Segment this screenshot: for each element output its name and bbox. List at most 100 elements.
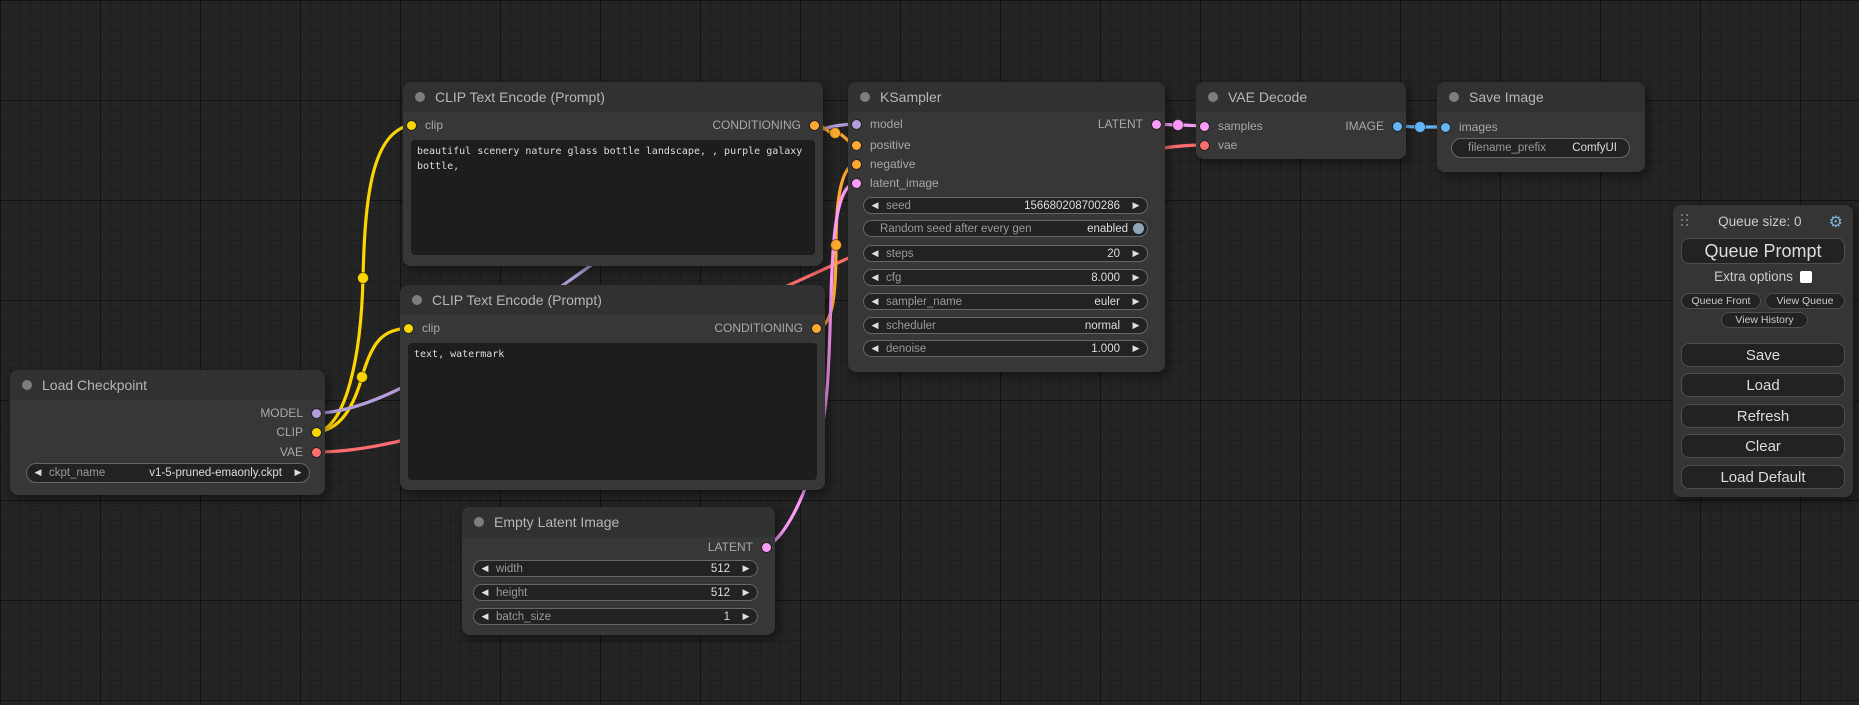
- node-title-bar[interactable]: Load Checkpoint: [10, 370, 325, 400]
- widget-denoise[interactable]: ◀ denoise 1.000 ▶: [863, 340, 1148, 357]
- view-history-button[interactable]: View History: [1721, 312, 1808, 328]
- node-title-bar[interactable]: KSampler: [848, 82, 1165, 112]
- queue-prompt-button[interactable]: Queue Prompt: [1681, 238, 1845, 264]
- settings-gear-icon[interactable]: ⚙: [1829, 215, 1843, 229]
- output-slot-conditioning[interactable]: CONDITIONING: [712, 115, 819, 135]
- widget-width[interactable]: ◀ width 512 ▶: [473, 560, 758, 577]
- decrement-arrow-icon[interactable]: ◀: [864, 273, 886, 283]
- node-load-checkpoint[interactable]: Load Checkpoint MODEL CLIP VAE ◀ ckpt_na…: [10, 370, 325, 495]
- increment-arrow-icon[interactable]: ▶: [1125, 201, 1147, 211]
- widget-seed-control[interactable]: Random seed after every gen enabled: [863, 220, 1148, 237]
- node-collapse-dot[interactable]: [474, 517, 484, 527]
- load-button[interactable]: Load: [1681, 373, 1845, 397]
- output-slot-model[interactable]: MODEL: [260, 403, 321, 423]
- negative-prompt-textarea[interactable]: text, watermark: [408, 343, 817, 480]
- image-output-dot[interactable]: [1393, 122, 1402, 131]
- increment-arrow-icon[interactable]: ▶: [735, 564, 757, 574]
- clip-input-dot[interactable]: [404, 324, 413, 333]
- view-queue-button[interactable]: View Queue: [1765, 293, 1845, 309]
- node-title-bar[interactable]: Empty Latent Image: [462, 507, 775, 537]
- input-slot-negative[interactable]: negative: [852, 154, 915, 174]
- positive-prompt-textarea[interactable]: beautiful scenery nature glass bottle la…: [411, 140, 815, 255]
- latent-output-dot[interactable]: [762, 543, 771, 552]
- decrement-arrow-icon[interactable]: ◀: [864, 249, 886, 259]
- clip-output-dot[interactable]: [312, 428, 321, 437]
- output-slot-image[interactable]: IMAGE: [1345, 116, 1402, 136]
- decrement-arrow-icon[interactable]: ◀: [864, 297, 886, 307]
- increment-arrow-icon[interactable]: ▶: [1125, 273, 1147, 283]
- extra-options-checkbox[interactable]: [1800, 271, 1812, 283]
- widget-scheduler[interactable]: ◀ scheduler normal ▶: [863, 317, 1148, 334]
- increment-arrow-icon[interactable]: ▶: [735, 588, 757, 598]
- input-slot-positive[interactable]: positive: [852, 135, 911, 155]
- widget-batch-size[interactable]: ◀ batch_size 1 ▶: [473, 608, 758, 625]
- input-slot-images[interactable]: images: [1441, 117, 1498, 137]
- decrement-arrow-icon[interactable]: ◀: [864, 344, 886, 354]
- node-clip-text-encode-negative[interactable]: CLIP Text Encode (Prompt) clip CONDITION…: [400, 285, 825, 490]
- decrement-arrow-icon[interactable]: ◀: [27, 468, 49, 478]
- increment-arrow-icon[interactable]: ▶: [1125, 321, 1147, 331]
- widget-ckpt-name[interactable]: ◀ ckpt_name v1-5-pruned-emaonly.ckpt ▶: [26, 463, 310, 483]
- refresh-button[interactable]: Refresh: [1681, 404, 1845, 428]
- clear-button[interactable]: Clear: [1681, 434, 1845, 458]
- node-collapse-dot[interactable]: [1208, 92, 1218, 102]
- input-slot-latent-image[interactable]: latent_image: [852, 173, 939, 193]
- output-slot-latent[interactable]: LATENT: [1098, 114, 1161, 134]
- input-slot-vae[interactable]: vae: [1200, 135, 1237, 155]
- node-vae-decode[interactable]: VAE Decode samples vae IMAGE: [1196, 82, 1406, 159]
- node-collapse-dot[interactable]: [415, 92, 425, 102]
- decrement-arrow-icon[interactable]: ◀: [864, 321, 886, 331]
- decrement-arrow-icon[interactable]: ◀: [474, 588, 496, 598]
- widget-height[interactable]: ◀ height 512 ▶: [473, 584, 758, 601]
- clip-input-dot[interactable]: [407, 121, 416, 130]
- input-slot-clip[interactable]: clip: [404, 318, 440, 338]
- widget-filename-prefix[interactable]: filename_prefix ComfyUI: [1451, 138, 1630, 158]
- model-output-dot[interactable]: [312, 409, 321, 418]
- widget-seed[interactable]: ◀ seed 156680208700286 ▶: [863, 197, 1148, 214]
- increment-arrow-icon[interactable]: ▶: [1125, 297, 1147, 307]
- decrement-arrow-icon[interactable]: ◀: [474, 612, 496, 622]
- decrement-arrow-icon[interactable]: ◀: [864, 201, 886, 211]
- node-title-bar[interactable]: VAE Decode: [1196, 82, 1406, 112]
- conditioning-output-dot[interactable]: [812, 324, 821, 333]
- input-slot-samples[interactable]: samples: [1200, 116, 1263, 136]
- conditioning-output-dot[interactable]: [810, 121, 819, 130]
- output-slot-clip[interactable]: CLIP: [276, 422, 321, 442]
- vae-input-dot[interactable]: [1200, 141, 1209, 150]
- toggle-knob[interactable]: [1133, 223, 1144, 234]
- input-slot-model[interactable]: model: [852, 114, 903, 134]
- increment-arrow-icon[interactable]: ▶: [1125, 249, 1147, 259]
- output-slot-conditioning[interactable]: CONDITIONING: [714, 318, 821, 338]
- model-input-dot[interactable]: [852, 120, 861, 129]
- load-default-button[interactable]: Load Default: [1681, 465, 1845, 489]
- input-slot-clip[interactable]: clip: [407, 115, 443, 135]
- increment-arrow-icon[interactable]: ▶: [735, 612, 757, 622]
- node-collapse-dot[interactable]: [22, 380, 32, 390]
- save-button[interactable]: Save: [1681, 343, 1845, 367]
- widget-sampler-name[interactable]: ◀ sampler_name euler ▶: [863, 293, 1148, 310]
- node-collapse-dot[interactable]: [412, 295, 422, 305]
- images-input-dot[interactable]: [1441, 123, 1450, 132]
- node-empty-latent-image[interactable]: Empty Latent Image LATENT ◀ width 512 ▶ …: [462, 507, 775, 635]
- node-title-bar[interactable]: CLIP Text Encode (Prompt): [403, 82, 823, 112]
- increment-arrow-icon[interactable]: ▶: [1125, 344, 1147, 354]
- queue-front-button[interactable]: Queue Front: [1681, 293, 1761, 309]
- drag-handle[interactable]: [1681, 214, 1691, 229]
- node-clip-text-encode-positive[interactable]: CLIP Text Encode (Prompt) clip CONDITION…: [403, 82, 823, 266]
- widget-steps[interactable]: ◀ steps 20 ▶: [863, 245, 1148, 262]
- node-title-bar[interactable]: CLIP Text Encode (Prompt): [400, 285, 825, 315]
- latent-output-dot[interactable]: [1152, 120, 1161, 129]
- node-collapse-dot[interactable]: [860, 92, 870, 102]
- latent-image-input-dot[interactable]: [852, 179, 861, 188]
- node-save-image[interactable]: Save Image images filename_prefix ComfyU…: [1437, 82, 1645, 172]
- node-title-bar[interactable]: Save Image: [1437, 82, 1645, 112]
- output-slot-vae[interactable]: VAE: [280, 442, 321, 462]
- positive-input-dot[interactable]: [852, 141, 861, 150]
- node-collapse-dot[interactable]: [1449, 92, 1459, 102]
- widget-cfg[interactable]: ◀ cfg 8.000 ▶: [863, 269, 1148, 286]
- negative-input-dot[interactable]: [852, 160, 861, 169]
- vae-output-dot[interactable]: [312, 448, 321, 457]
- decrement-arrow-icon[interactable]: ◀: [474, 564, 496, 574]
- samples-input-dot[interactable]: [1200, 122, 1209, 131]
- increment-arrow-icon[interactable]: ▶: [287, 468, 309, 478]
